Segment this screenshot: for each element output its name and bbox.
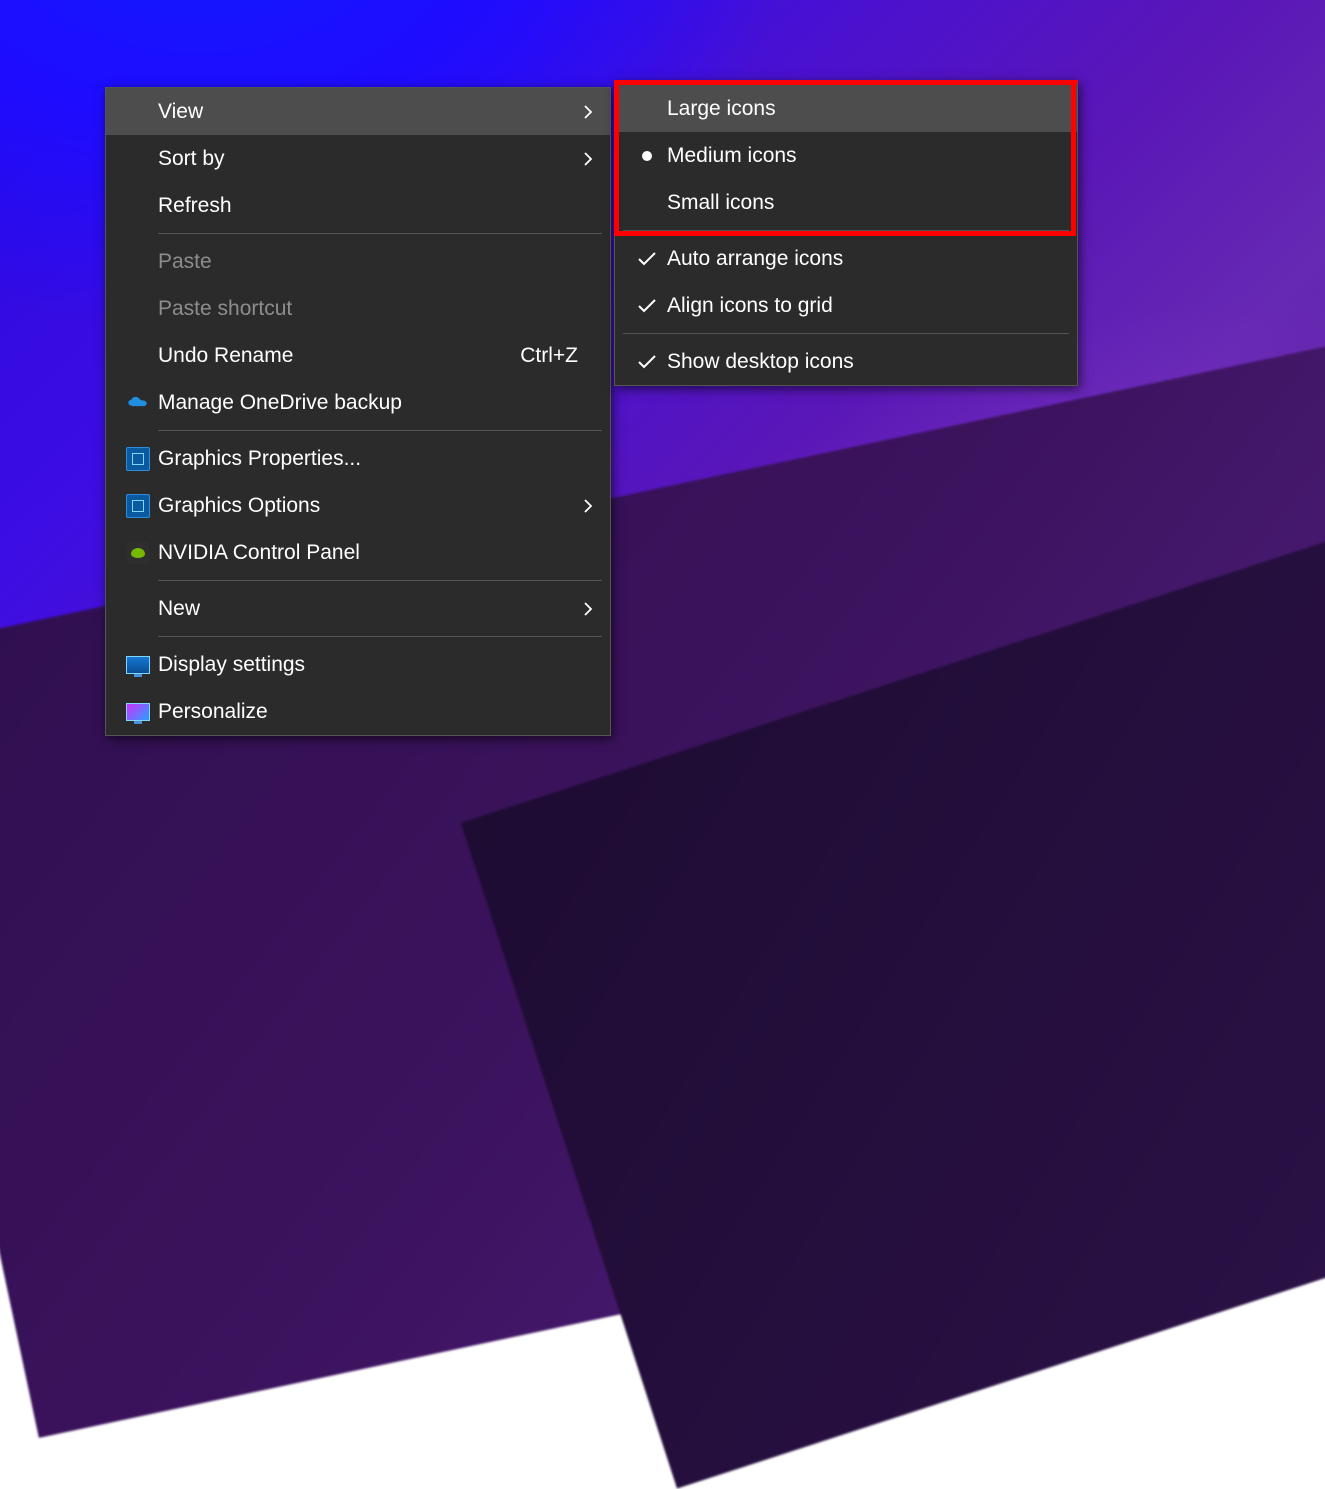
submenu-arrow-icon [578,602,598,616]
submenu-item-medium-icons[interactable]: Medium icons [615,132,1077,179]
view-submenu: Large icons Medium icons Small icons Aut… [614,80,1078,386]
intel-graphics-icon [118,447,158,471]
menu-item-display-settings[interactable]: Display settings [106,641,610,688]
menu-label-graphics-options: Graphics Options [158,494,578,518]
menu-item-undo-rename[interactable]: Undo Rename Ctrl+Z [106,332,610,379]
menu-item-paste-shortcut: Paste shortcut [106,285,610,332]
submenu-item-align-to-grid[interactable]: Align icons to grid [615,282,1077,329]
menu-separator [158,580,602,581]
nvidia-icon [118,542,158,564]
menu-item-manage-onedrive[interactable]: Manage OneDrive backup [106,379,610,426]
submenu-label-small-icons: Small icons [667,191,1065,215]
submenu-arrow-icon [578,105,598,119]
submenu-label-auto-arrange: Auto arrange icons [667,247,1065,271]
submenu-arrow-icon [578,499,598,513]
menu-label-manage-onedrive: Manage OneDrive backup [158,391,578,415]
personalize-icon [118,703,158,721]
intel-graphics-icon [118,494,158,518]
menu-item-nvidia-control-panel[interactable]: NVIDIA Control Panel [106,529,610,576]
menu-item-paste: Paste [106,238,610,285]
menu-item-graphics-options[interactable]: Graphics Options [106,482,610,529]
desktop-context-menu: View Sort by Refresh Paste Paste shortcu… [105,87,611,736]
menu-separator [158,233,602,234]
checkmark-icon [627,354,667,370]
onedrive-icon [118,396,158,410]
submenu-arrow-icon [578,152,598,166]
menu-shortcut-undo-rename: Ctrl+Z [520,344,598,368]
menu-label-paste: Paste [158,250,578,274]
menu-separator [623,333,1069,334]
radio-selected-icon [627,151,667,161]
menu-label-view: View [158,100,578,124]
submenu-label-medium-icons: Medium icons [667,144,1065,168]
submenu-label-show-desktop-icons: Show desktop icons [667,350,1065,374]
submenu-label-large-icons: Large icons [667,97,1065,121]
submenu-item-large-icons[interactable]: Large icons [615,85,1077,132]
menu-separator [158,430,602,431]
submenu-item-small-icons[interactable]: Small icons [615,179,1077,226]
menu-label-undo-rename: Undo Rename [158,344,520,368]
menu-label-paste-shortcut: Paste shortcut [158,297,578,321]
menu-item-graphics-properties[interactable]: Graphics Properties... [106,435,610,482]
menu-label-refresh: Refresh [158,194,578,218]
menu-item-new[interactable]: New [106,585,610,632]
checkmark-icon [627,298,667,314]
menu-label-graphics-properties: Graphics Properties... [158,447,578,471]
menu-separator [158,636,602,637]
menu-separator [623,230,1069,231]
submenu-label-align-to-grid: Align icons to grid [667,294,1065,318]
menu-label-display-settings: Display settings [158,653,578,677]
menu-label-personalize: Personalize [158,700,578,724]
checkmark-icon [627,251,667,267]
menu-label-sort-by: Sort by [158,147,578,171]
display-settings-icon [118,656,158,674]
submenu-item-auto-arrange[interactable]: Auto arrange icons [615,235,1077,282]
menu-item-sort-by[interactable]: Sort by [106,135,610,182]
menu-item-personalize[interactable]: Personalize [106,688,610,735]
menu-item-refresh[interactable]: Refresh [106,182,610,229]
submenu-item-show-desktop-icons[interactable]: Show desktop icons [615,338,1077,385]
menu-item-view[interactable]: View [106,88,610,135]
menu-label-new: New [158,597,578,621]
menu-label-nvidia: NVIDIA Control Panel [158,541,578,565]
